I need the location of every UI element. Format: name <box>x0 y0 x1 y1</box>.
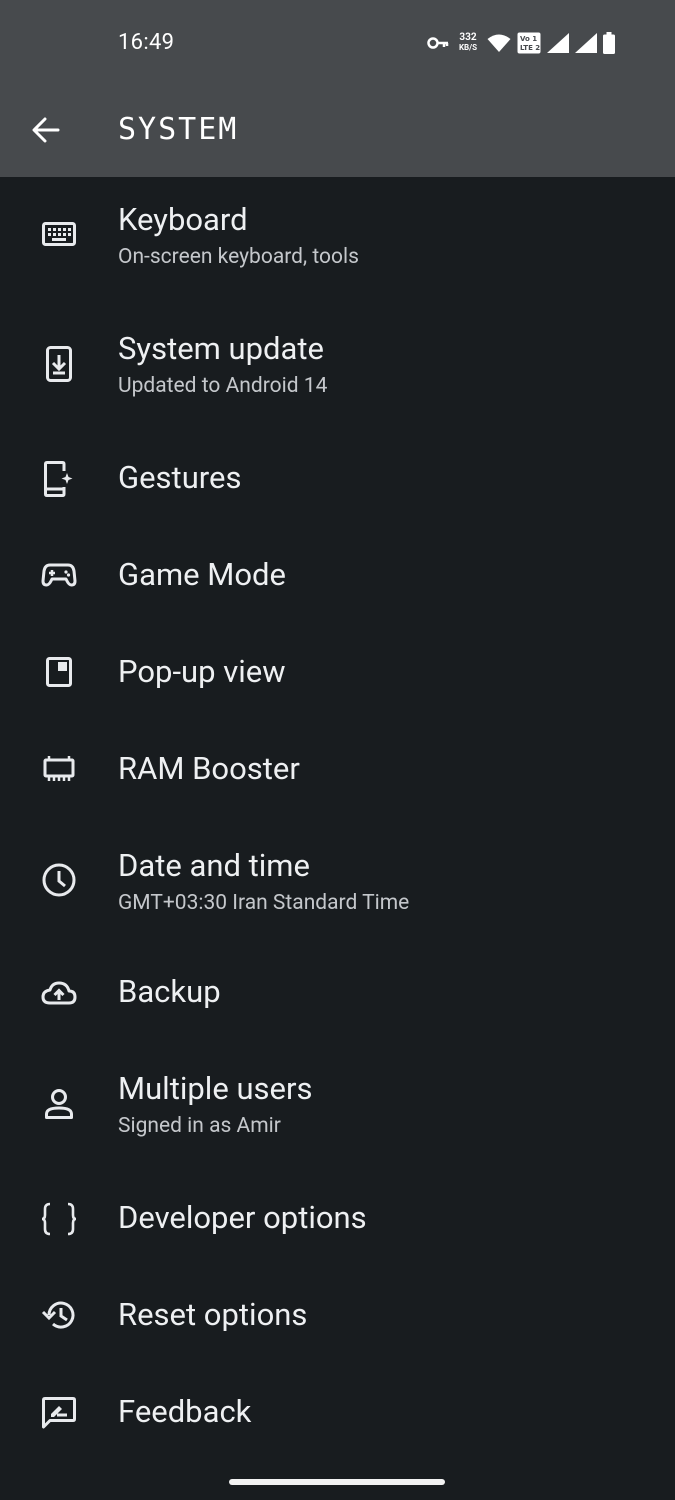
item-label: Multiple users <box>118 1070 313 1107</box>
list-item-backup[interactable]: Backup <box>0 961 675 1053</box>
item-label: System update <box>118 330 324 367</box>
person-icon <box>38 1083 80 1125</box>
item-subtitle: On-screen keyboard, tools <box>118 245 359 269</box>
list-item-reset-options[interactable]: Reset options <box>0 1284 675 1376</box>
item-label: Game Mode <box>118 556 286 593</box>
item-label: RAM Booster <box>118 750 300 787</box>
item-subtitle: Signed in as Amir <box>118 1114 281 1138</box>
speed-unit: KB/S <box>458 43 478 52</box>
wifi-icon <box>487 33 511 53</box>
status-icons: 332 KB/S Vo 1 LTE 2 <box>427 28 615 58</box>
item-label: Keyboard <box>118 201 248 238</box>
status-time: 16:49 <box>118 30 175 55</box>
vpn-key-icon <box>427 36 449 50</box>
list-item-keyboard[interactable]: Keyboard On-screen keyboard, tools <box>0 187 675 307</box>
top-app-bar: 16:49 332 KB/S Vo 1 LTE 2 SYSTEM <box>0 0 675 177</box>
item-label: Developer options <box>118 1199 367 1236</box>
popup-view-icon <box>38 651 80 693</box>
list-item-system-update[interactable]: System update Updated to Android 14 <box>0 317 675 437</box>
item-label: Gestures <box>118 459 242 496</box>
clock-icon <box>38 859 80 901</box>
volte-icon: Vo 1 LTE 2 <box>517 32 541 54</box>
page-title: SYSTEM <box>118 112 239 147</box>
gamepad-icon <box>38 554 80 596</box>
item-label: Feedback <box>118 1393 252 1430</box>
battery-icon <box>603 32 615 54</box>
gestures-icon <box>38 458 80 500</box>
item-label: Date and time <box>118 847 310 884</box>
list-item-popup-view[interactable]: Pop-up view <box>0 641 675 733</box>
item-label: Pop-up view <box>118 653 286 690</box>
svg-text:Vo 1: Vo 1 <box>520 35 537 43</box>
svg-text:LTE 2: LTE 2 <box>520 44 540 52</box>
back-button[interactable] <box>26 110 66 150</box>
system-update-icon <box>38 343 80 385</box>
item-subtitle: GMT+03:30 Iran Standard Time <box>118 891 410 915</box>
item-label: Backup <box>118 973 221 1010</box>
network-speed: 332 KB/S <box>455 33 481 53</box>
feedback-icon <box>38 1392 80 1434</box>
list-item-gestures[interactable]: Gestures <box>0 447 675 539</box>
keyboard-icon <box>38 213 80 255</box>
signal-icon <box>547 33 569 53</box>
cloud-upload-icon <box>38 972 80 1014</box>
item-label: Reset options <box>118 1296 308 1333</box>
speed-value: 332 <box>459 32 477 43</box>
home-indicator[interactable] <box>229 1479 445 1485</box>
braces-icon <box>38 1198 80 1240</box>
list-item-multiple-users[interactable]: Multiple users Signed in as Amir <box>0 1058 675 1178</box>
history-icon <box>38 1294 80 1336</box>
signal-icon <box>575 33 597 53</box>
arrow-back-icon <box>32 117 60 143</box>
list-item-feedback[interactable]: Feedback <box>0 1381 675 1473</box>
list-item-date-time[interactable]: Date and time GMT+03:30 Iran Standard Ti… <box>0 835 675 955</box>
list-item-developer-options[interactable]: Developer options <box>0 1187 675 1279</box>
ram-icon <box>38 748 80 790</box>
list-item-ram-booster[interactable]: RAM Booster <box>0 738 675 830</box>
item-subtitle: Updated to Android 14 <box>118 374 328 398</box>
list-item-game-mode[interactable]: Game Mode <box>0 544 675 636</box>
